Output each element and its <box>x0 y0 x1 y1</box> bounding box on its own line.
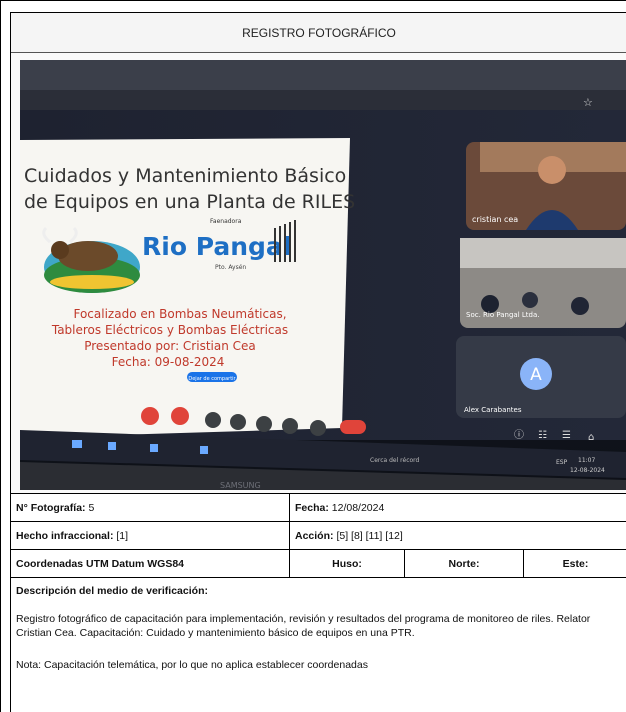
star-icon: ☆ <box>583 96 593 109</box>
slide-title-2: de Equipos en una Planta de RILES <box>24 191 355 213</box>
svg-text:Cerca del récord: Cerca del récord <box>370 457 420 464</box>
svg-text:ESP: ESP <box>556 459 568 466</box>
este-label: Este: <box>562 557 589 570</box>
row-hecho-accion: Hecho infraccional: [1] Acción: [5] [8] … <box>11 521 626 549</box>
row-foto-fecha: N° Fotografía: 5 Fecha: 12/08/2024 <box>11 493 626 521</box>
page-title: REGISTRO FOTOGRÁFICO <box>11 13 626 53</box>
foto-label: N° Fotografía: <box>16 501 86 514</box>
svg-text:Faenadora: Faenadora <box>210 218 242 225</box>
description-text: Registro fotográfico de capacitación par… <box>16 613 591 639</box>
svg-text:Focalizado en Bombas Neumática: Focalizado en Bombas Neumáticas, <box>73 307 286 321</box>
description-title: Descripción del medio de verificación: <box>16 585 208 597</box>
svg-text:Pto. Aysén: Pto. Aysén <box>215 264 246 271</box>
svg-text:Soc. Rio Pangal Ltda.: Soc. Rio Pangal Ltda. <box>466 311 539 319</box>
svg-text:Fecha: 09-08-2024: Fecha: 09-08-2024 <box>112 355 225 369</box>
svg-text:Alex Carabantes: Alex Carabantes <box>464 406 522 414</box>
svg-text:cristian cea: cristian cea <box>472 215 518 224</box>
fecha-label: Fecha: <box>295 501 329 514</box>
svg-text:⌂: ⌂ <box>588 432 594 443</box>
hecho-label: Hecho infraccional: <box>16 529 114 542</box>
accion-value: [5] [8] [11] [12] <box>336 529 403 542</box>
document-frame: REGISTRO FOTOGRÁFICO ☆ Cuidados y Manten… <box>10 12 626 712</box>
stop-share-button: Dejar de compartir <box>188 376 236 382</box>
norte-label: Norte: <box>448 557 480 570</box>
row-coordenadas: Coordenadas UTM Datum WGS84 Huso: Norte:… <box>11 549 626 577</box>
foto-value: 5 <box>88 501 95 514</box>
svg-text:Tableros Eléctricos y Bombas E: Tableros Eléctricos y Bombas Eléctricas <box>51 323 288 337</box>
svg-text:11:07: 11:07 <box>578 457 595 464</box>
huso-label: Huso: <box>332 557 362 570</box>
monitor-logo: SAMSUNG <box>220 481 261 490</box>
svg-text:12-08-2024: 12-08-2024 <box>570 467 605 474</box>
photo-cell: ☆ Cuidados y Mantenimiento Básico de Equ… <box>11 53 626 493</box>
accion-label: Acción: <box>295 529 334 542</box>
svg-text:ⓘ: ⓘ <box>514 429 524 441</box>
training-photo: ☆ Cuidados y Mantenimiento Básico de Equ… <box>20 60 626 490</box>
coord-label: Coordenadas UTM Datum WGS84 <box>16 557 185 570</box>
slide-title-1: Cuidados y Mantenimiento Básico <box>24 165 346 187</box>
svg-text:☷: ☷ <box>538 430 547 441</box>
description-note: Nota: Capacitación telemática, por lo qu… <box>16 659 368 671</box>
photo-illustration: ☆ Cuidados y Mantenimiento Básico de Equ… <box>20 60 626 490</box>
hecho-value: [1] <box>116 529 129 542</box>
avatar: A <box>530 365 542 385</box>
brand-text: Rio Pangal <box>142 232 291 261</box>
svg-text:☰: ☰ <box>562 430 571 441</box>
description-section: Descripción del medio de verificación: R… <box>11 577 626 685</box>
fecha-value: 12/08/2024 <box>331 501 385 514</box>
svg-text:Presentado por: Cristian Cea: Presentado por: Cristian Cea <box>84 339 256 353</box>
